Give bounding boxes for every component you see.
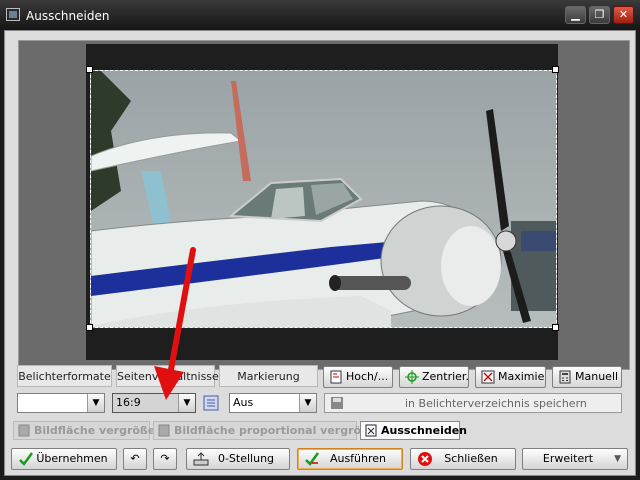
calculator-icon xyxy=(558,370,572,384)
main-panel: Belichterformate Seitenverhältnisse Mark… xyxy=(4,30,636,476)
close-button[interactable]: ✕ xyxy=(613,6,634,24)
orientation-label: Hoch/... xyxy=(346,370,389,383)
maximize-label: Maximie... xyxy=(498,370,545,383)
chevron-down-icon: ▼ xyxy=(299,394,316,412)
title-bar: Ausschneiden ▁ ❐ ✕ xyxy=(0,0,640,30)
chevron-down-icon: ▼ xyxy=(87,394,104,412)
uebernehmen-button[interactable]: Übernehmen xyxy=(11,448,117,470)
page-orientation-icon xyxy=(329,370,343,384)
crop-selection-area[interactable] xyxy=(90,70,557,328)
orientation-button[interactable]: Hoch/... xyxy=(323,366,393,388)
minimize-button[interactable]: ▁ xyxy=(565,6,586,24)
tab-seitenverhaeltnisse[interactable]: Seitenverhältnisse xyxy=(116,365,219,387)
page-icon xyxy=(158,424,170,437)
tab-bildflaeche-vergroessern-label: Bildfläche vergrößern xyxy=(34,424,169,437)
erweitert-button[interactable]: Erweitert ▼ xyxy=(522,448,628,470)
erweitert-label: Erweitert xyxy=(542,452,594,465)
airplane-photo xyxy=(91,71,556,327)
redo-button[interactable]: ↷ xyxy=(153,448,177,470)
maximize-arrows-icon xyxy=(481,370,495,384)
format-select[interactable]: ▼ xyxy=(17,393,105,413)
page-icon xyxy=(18,424,30,437)
ratio-list-icon[interactable] xyxy=(203,395,219,411)
run-checkmark-icon xyxy=(304,451,320,467)
chevron-down-icon: ▼ xyxy=(178,394,195,412)
close-circle-icon xyxy=(417,451,433,467)
app-icon xyxy=(6,8,20,21)
chevron-down-icon: ▼ xyxy=(614,454,621,464)
nullstellung-label: 0-Stellung xyxy=(217,452,275,465)
crop-icon xyxy=(365,424,377,437)
center-button[interactable]: Zentrier... xyxy=(399,366,469,388)
maximize-crop-button[interactable]: Maximie... xyxy=(475,366,546,388)
image-viewport xyxy=(18,40,630,370)
tab-bildflaeche-vergroessern[interactable]: Bildfläche vergrößern xyxy=(13,421,169,440)
markierung-select-value: Aus xyxy=(233,396,254,409)
schliessen-button[interactable]: Schließen xyxy=(410,448,516,470)
crop-handle-top-left[interactable] xyxy=(86,66,93,73)
tab-ausschneiden-label: Ausschneiden xyxy=(381,424,468,437)
crop-handle-bottom-left[interactable] xyxy=(86,324,93,331)
disk-icon xyxy=(331,397,343,409)
tab-bildflaeche-proportional[interactable]: Bildfläche proportional vergrößern xyxy=(153,421,390,440)
ratio-select-value: 16:9 xyxy=(116,396,141,409)
undo-button[interactable]: ↶ xyxy=(123,448,147,470)
markierung-select[interactable]: Aus ▼ xyxy=(229,393,317,413)
save-field-label: in Belichterverzeichnis speichern xyxy=(405,397,587,410)
nullstellung-button[interactable]: 0-Stellung xyxy=(186,448,290,470)
tab-bildflaeche-proportional-label: Bildfläche proportional vergrößern xyxy=(174,424,390,437)
center-label: Zentrier... xyxy=(422,370,469,383)
reset-position-icon xyxy=(193,451,209,467)
tab-belichterformate[interactable]: Belichterformate xyxy=(17,365,112,387)
checkmark-icon xyxy=(18,451,34,467)
tab-markierung[interactable]: Markierung xyxy=(219,365,318,387)
crop-handle-bottom-right[interactable] xyxy=(552,324,559,331)
save-to-exposure-directory-field[interactable]: in Belichterverzeichnis speichern xyxy=(324,393,622,413)
manual-label: Manuell xyxy=(575,370,619,383)
ausfuehren-button[interactable]: Ausführen xyxy=(297,448,403,470)
schliessen-label: Schließen xyxy=(444,452,498,465)
center-crosshair-icon xyxy=(405,370,419,384)
ratio-select[interactable]: 16:9 ▼ xyxy=(112,393,196,413)
crop-handle-top-right[interactable] xyxy=(552,66,559,73)
window-title: Ausschneiden xyxy=(26,9,110,23)
restore-button[interactable]: ❐ xyxy=(589,6,610,24)
manual-button[interactable]: Manuell xyxy=(552,366,622,388)
ausfuehren-label: Ausführen xyxy=(329,452,387,465)
tab-ausschneiden[interactable]: Ausschneiden xyxy=(360,421,467,440)
